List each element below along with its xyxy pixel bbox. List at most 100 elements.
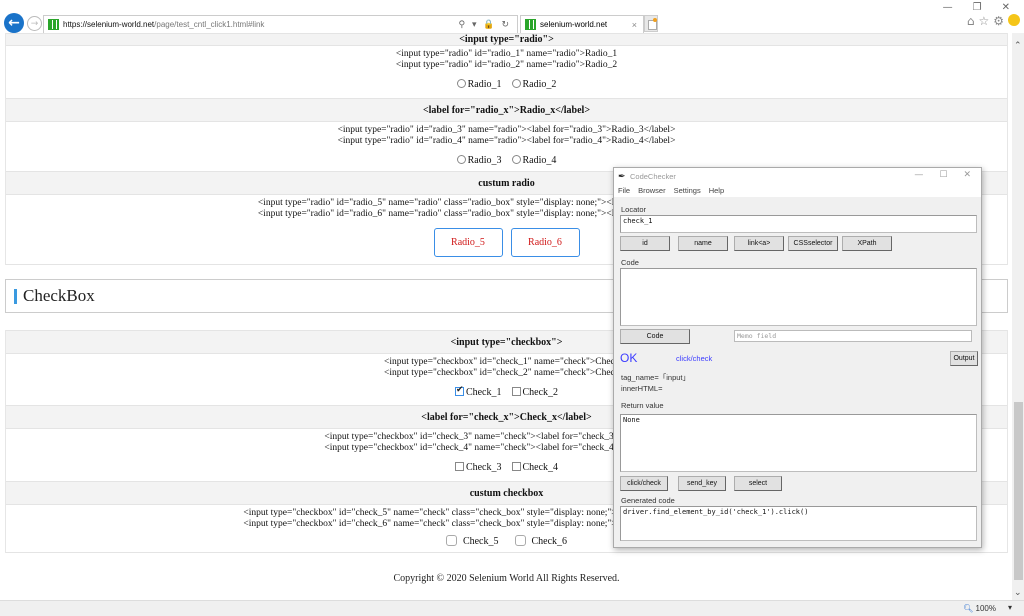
settings-gear-icon[interactable]: ⚙ <box>993 14 1004 28</box>
page-scrollbar[interactable]: ⌃ ⌄ <box>1012 33 1024 600</box>
zoom-level[interactable]: 🔍︎ 100% <box>963 604 996 613</box>
window-controls: — ❐ ✕ <box>943 2 1010 13</box>
header-text: custum radio <box>478 177 535 189</box>
locator-input[interactable]: check_1 <box>620 215 977 233</box>
forward-button[interactable]: → <box>27 16 42 31</box>
menu-help[interactable]: Help <box>709 186 724 195</box>
restore-icon[interactable]: ❐ <box>973 2 982 13</box>
radio-button[interactable] <box>456 155 466 164</box>
url-host: https://selenium-world.net <box>63 20 155 29</box>
browser-toolbar: ← → https://selenium-world.net/page/test… <box>0 0 1024 33</box>
header-text: custum checkbox <box>469 487 544 499</box>
close-icon[interactable]: ✕ <box>1002 2 1010 13</box>
checkbox-checked[interactable] <box>454 385 464 396</box>
arrow-left-icon: ← <box>8 15 20 31</box>
checkbox[interactable] <box>511 462 521 471</box>
locator-name-button[interactable]: name <box>678 236 728 251</box>
check-option-1[interactable]: Check_1 <box>454 385 502 398</box>
locator-link-button[interactable]: link<a> <box>734 236 784 251</box>
maximize-icon[interactable]: ☐ <box>939 170 947 180</box>
scroll-up-icon[interactable]: ⌃ <box>1014 41 1022 51</box>
zoom-magnifier-icon: 🔍︎ <box>963 604 974 613</box>
favorites-star-icon[interactable]: ☆ <box>978 14 989 28</box>
code-line: <input type="radio" id="radio_4" name="r… <box>337 136 676 146</box>
menu-file[interactable]: File <box>618 186 630 195</box>
custom-checkbox[interactable] <box>445 535 457 546</box>
action-type: click/check <box>676 354 713 363</box>
browser-tab[interactable]: selenium-world.net × <box>520 15 644 33</box>
checkbox[interactable] <box>511 387 521 396</box>
locator-id-button[interactable]: id <box>620 236 670 251</box>
code-textarea[interactable] <box>620 268 977 326</box>
tab-close-icon[interactable]: × <box>632 20 637 30</box>
site-favicon-icon <box>48 19 59 30</box>
minimize-icon[interactable]: — <box>914 170 923 180</box>
close-icon[interactable]: ✕ <box>963 170 971 180</box>
radio-button[interactable] <box>456 79 466 88</box>
custom-check-5[interactable]: Check_5 <box>445 535 499 547</box>
address-bar[interactable]: https://selenium-world.net/page/test_cnt… <box>43 15 518 33</box>
code-button[interactable]: Code <box>620 329 690 344</box>
radio-button[interactable] <box>511 155 521 164</box>
check-option-2[interactable]: Check_2 <box>511 387 559 398</box>
select-button[interactable]: select <box>734 476 782 491</box>
radio-option-1[interactable]: Radio_1 <box>456 79 502 90</box>
feedback-smiley-icon[interactable] <box>1008 14 1020 26</box>
checkbox-label: Check_5 <box>462 536 499 547</box>
status-bar: 🔍︎ 100% ▾ <box>0 600 1024 616</box>
zoom-dropdown-icon[interactable]: ▾ <box>1008 603 1012 612</box>
click-check-button[interactable]: click/check <box>620 476 668 491</box>
custom-radio-5[interactable]: Radio_5 <box>433 228 503 257</box>
radio-button[interactable] <box>511 79 521 88</box>
radio-option-2[interactable]: Radio_2 <box>511 79 557 90</box>
codechecker-window: ✒ CodeChecker — ☐ ✕ File Browser Setting… <box>613 167 982 548</box>
new-tab-button[interactable] <box>644 15 658 32</box>
check-option-4[interactable]: Check_4 <box>511 462 558 473</box>
header-text: <label for="radio_x">Radio_x</label> <box>422 104 591 116</box>
checkbox[interactable] <box>454 462 464 471</box>
heading-accent-bar <box>14 288 17 304</box>
scrollbar-thumb[interactable] <box>1014 402 1023 580</box>
custom-radio-6[interactable]: Radio_6 <box>510 228 580 257</box>
radio-label: Radio_2 <box>522 79 557 90</box>
copyright-text: Copyright © 2020 Selenium World All Righ… <box>393 573 620 584</box>
radio-label-options: Radio_3 Radio_4 <box>6 155 1007 166</box>
generated-code-label: Generated code <box>621 496 675 505</box>
generated-code-textarea[interactable]: driver.find_element_by_id('check_1').cli… <box>620 506 977 541</box>
code-line: <input type="radio" id="radio_1" name="r… <box>395 49 618 59</box>
codechecker-menubar: File Browser Settings Help <box>614 184 981 197</box>
code-line: <input type="radio" id="radio_3" name="r… <box>337 125 676 135</box>
radio-basic-body: <input type="radio" id="radio_1" name="r… <box>6 46 1007 98</box>
home-icon[interactable]: ⌂ <box>967 14 975 28</box>
page-footer: Copyright © 2020 Selenium World All Righ… <box>5 573 1008 600</box>
header-text: <input type="radio"> <box>459 34 554 45</box>
menu-settings[interactable]: Settings <box>674 186 701 195</box>
memo-field[interactable]: Memo field <box>734 330 972 342</box>
url-path: /page/test_cntl_click1.html#link <box>154 20 265 29</box>
checkbox-label: Check_2 <box>522 387 559 398</box>
output-button[interactable]: Output <box>950 351 978 366</box>
locator-css-button[interactable]: CSSselector <box>788 236 838 251</box>
feather-app-icon: ✒ <box>618 171 626 181</box>
arrow-right-icon: → <box>30 18 39 29</box>
locator-xpath-button[interactable]: XPath <box>842 236 892 251</box>
custom-check-6[interactable]: Check_6 <box>514 535 567 547</box>
send-key-button[interactable]: send_key <box>678 476 726 491</box>
check-option-3[interactable]: Check_3 <box>454 462 502 473</box>
codechecker-window-controls: — ☐ ✕ <box>914 170 971 180</box>
scroll-down-icon[interactable]: ⌄ <box>1014 588 1022 598</box>
minimize-icon[interactable]: — <box>943 2 953 13</box>
radio-option-3[interactable]: Radio_3 <box>456 155 502 166</box>
radio-option-4[interactable]: Radio_4 <box>511 155 556 166</box>
back-button[interactable]: ← <box>4 13 24 33</box>
header-text: <input type="checkbox"> <box>450 336 563 348</box>
tab-title: selenium-world.net <box>540 20 608 29</box>
custom-checkbox[interactable] <box>514 535 526 546</box>
address-tools-icons[interactable]: ⚲ ▾ 🔒 ↻ <box>459 20 511 30</box>
menu-browser[interactable]: Browser <box>638 186 666 195</box>
codechecker-titlebar[interactable]: ✒ CodeChecker — ☐ ✕ <box>614 168 981 184</box>
browser-toolbar-icons: ⌂ ☆ ⚙ <box>967 14 1020 28</box>
header-text: <label for="check_x">Check_x</label> <box>421 411 592 423</box>
return-value-textarea[interactable]: None <box>620 414 977 472</box>
return-value-label: Return value <box>621 401 664 410</box>
